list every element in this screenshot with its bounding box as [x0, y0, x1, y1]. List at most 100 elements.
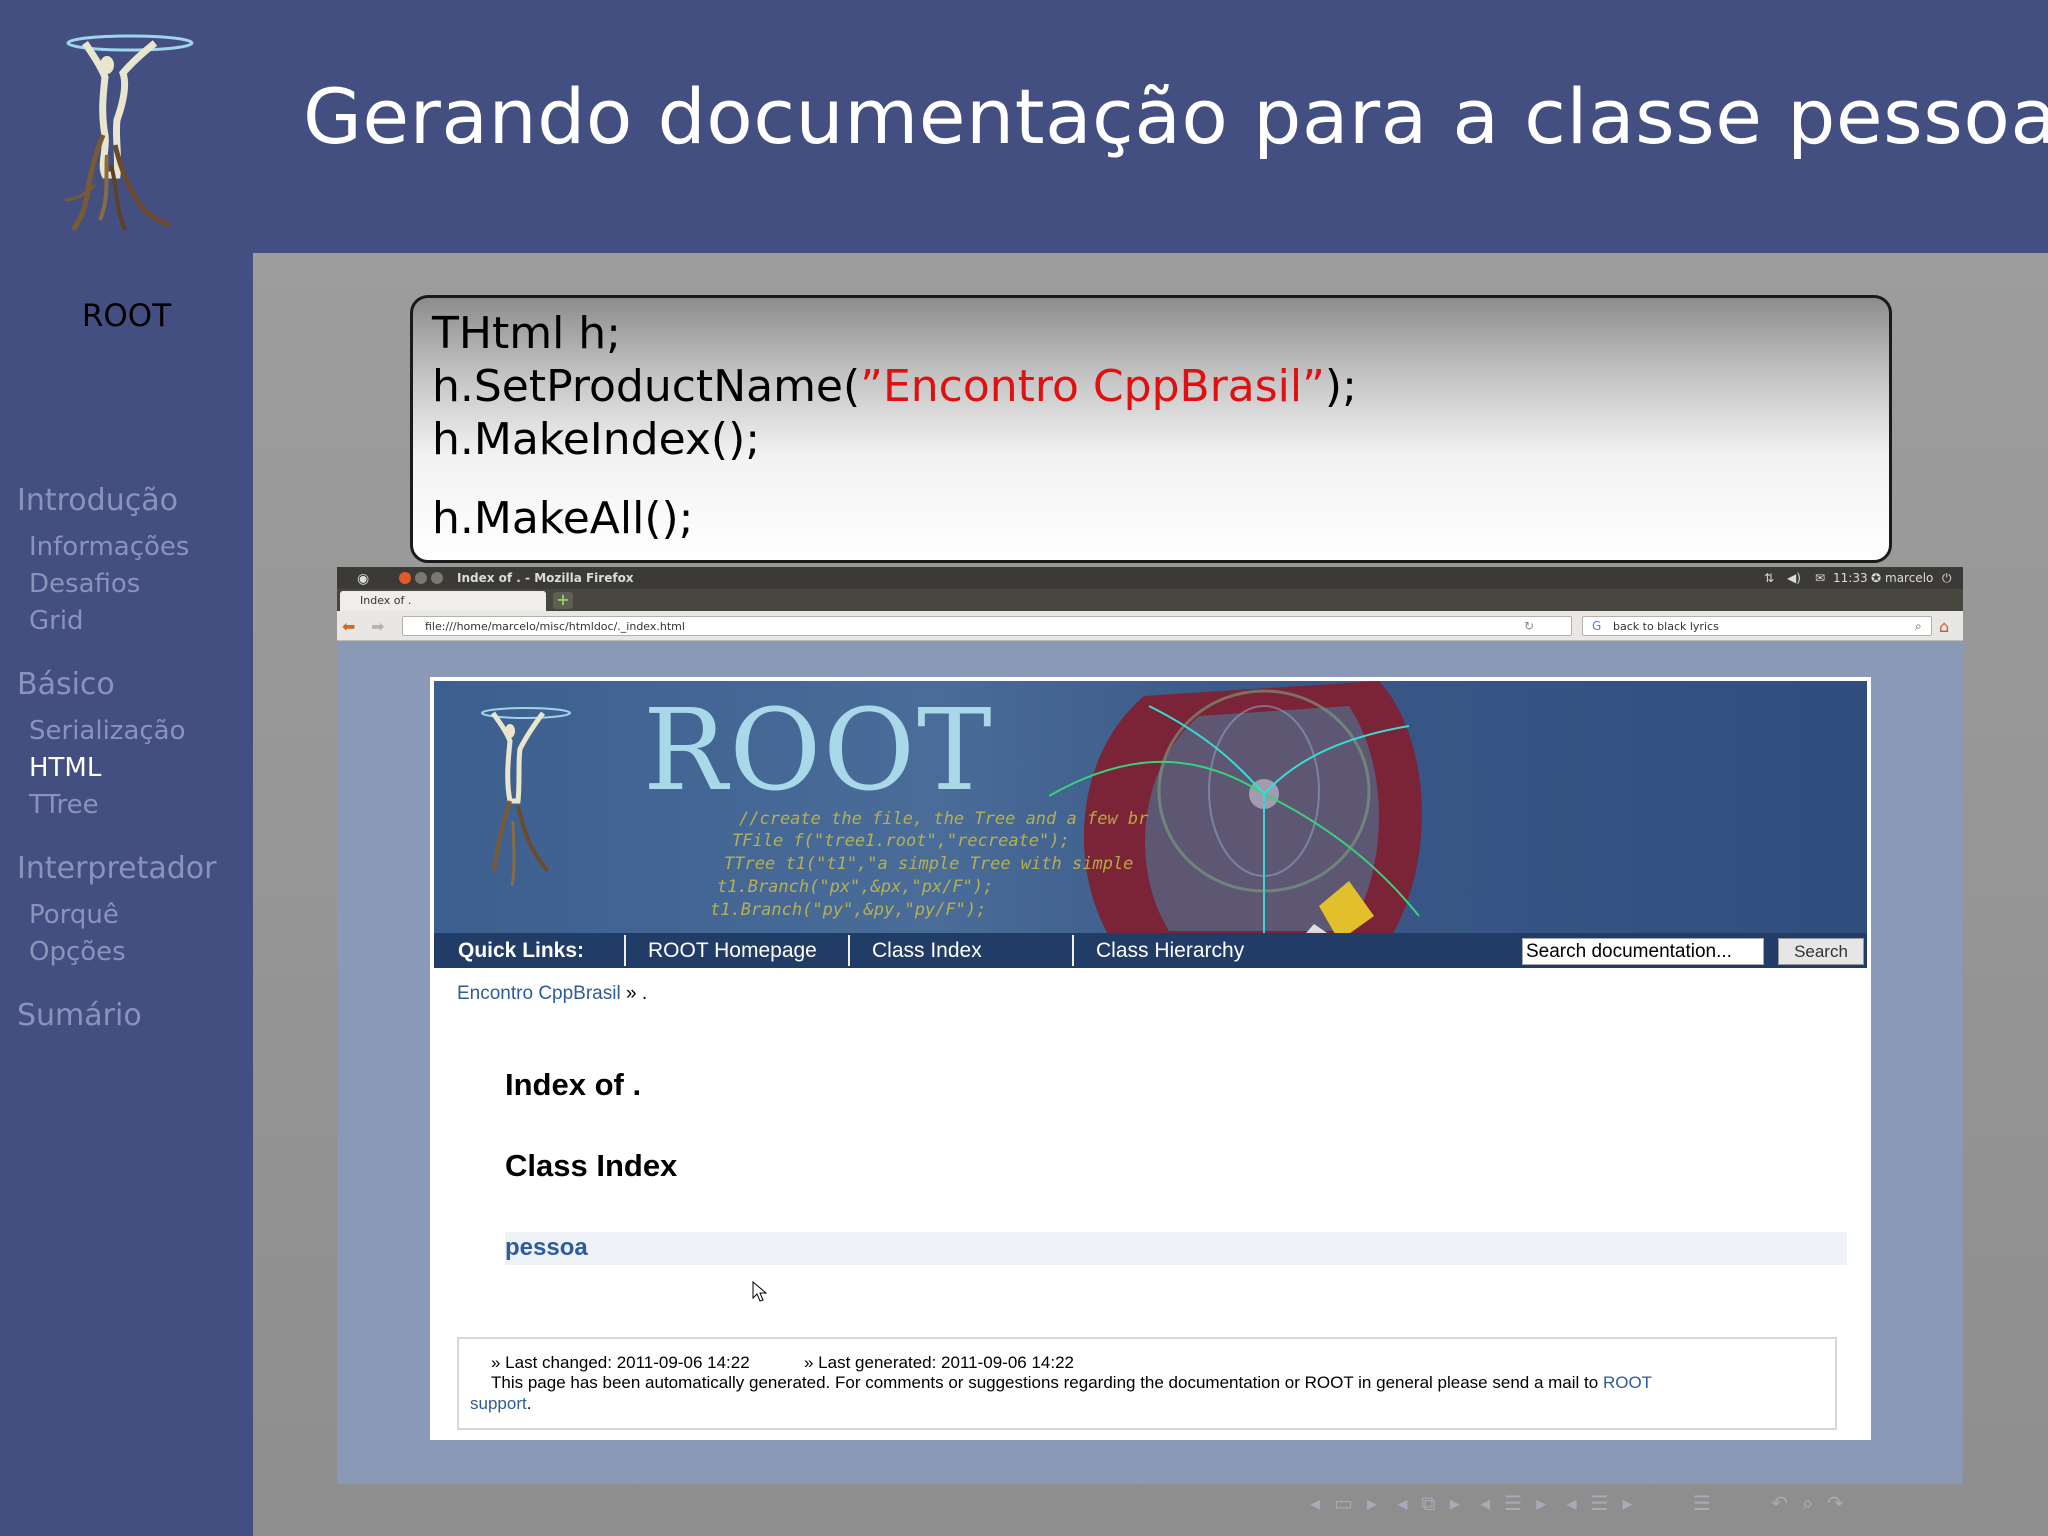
footer-period: .: [526, 1394, 532, 1413]
mouse-cursor-icon: [752, 1280, 776, 1309]
zoom-icon[interactable]: ⌕: [1802, 1491, 1813, 1515]
prev-subsection-icon[interactable]: ◂: [1397, 1491, 1407, 1515]
next-document-icon[interactable]: ▸: [1622, 1491, 1632, 1515]
maximize-window-icon[interactable]: [431, 572, 443, 584]
class-link-pessoa[interactable]: pessoa: [505, 1234, 588, 1262]
code-line-2-pre: h.SetProductName(: [432, 361, 861, 412]
mail-icon[interactable]: ✉: [1815, 571, 1825, 585]
slide-title: Gerando documentação para a classe pesso…: [303, 72, 2048, 161]
prev-document-icon[interactable]: ◂: [1566, 1491, 1576, 1515]
toc-icon[interactable]: ☰: [1693, 1491, 1711, 1515]
breadcrumb-current: » .: [620, 983, 648, 1004]
next-section-icon[interactable]: ▸: [1536, 1491, 1546, 1515]
doc-search-input[interactable]: Search documentation...: [1522, 938, 1764, 965]
nav-interpretador[interactable]: Interpretador: [17, 851, 216, 886]
volume-icon[interactable]: ◀): [1787, 571, 1801, 585]
banner-code-4: t1.Branch("px",&px,"px/F");: [717, 877, 994, 897]
document-icon[interactable]: ☰: [1591, 1491, 1609, 1515]
list-item: pessoa: [505, 1232, 1847, 1265]
nav-porque[interactable]: Porquê: [29, 900, 119, 930]
heading-index: Index of .: [505, 1067, 642, 1102]
url-bar[interactable]: file:///home/marcelo/misc/htmldoc/._inde…: [402, 616, 1572, 636]
banner-code-3: TTree t1("t1","a simple Tree with simple: [724, 854, 1134, 874]
doc-search-button[interactable]: Search: [1778, 938, 1864, 965]
detector-graphic: [1049, 681, 1422, 933]
nav-sumario[interactable]: Sumário: [17, 998, 142, 1033]
reload-icon[interactable]: ↻: [1524, 619, 1534, 633]
beamer-navigation: ◂ ▭ ▸ ◂ ⧉ ▸ ◂ ☰ ▸ ◂ ☰ ▸ ☰ ↶ ⌕ ↷: [1310, 1491, 1858, 1521]
root-doc-page: ROOT //create the file, the Tree and a f…: [430, 677, 1871, 1440]
banner-title: ROOT: [643, 686, 994, 816]
footer-last-generated: » Last generated: 2011-09-06 14:22: [804, 1353, 1075, 1372]
code-block: THtml h; h.SetProductName(”Encontro CppB…: [410, 295, 1892, 563]
back-icon[interactable]: ↶: [1771, 1491, 1788, 1515]
footer-link-root[interactable]: ROOT: [1603, 1373, 1652, 1392]
nav-desafios[interactable]: Desafios: [29, 569, 140, 599]
code-line-2-post: );: [1324, 361, 1357, 412]
code-line-2: h.SetProductName(”Encontro CppBrasil”);: [432, 361, 1357, 412]
link-class-hierarchy[interactable]: Class Hierarchy: [1096, 933, 1244, 968]
minimize-window-icon[interactable]: [415, 572, 427, 584]
banner-code-5: t1.Branch("py",&py,"py/F");: [710, 900, 987, 920]
clock[interactable]: 11:33: [1833, 571, 1868, 585]
root-logo: [45, 25, 215, 240]
nav-opcoes[interactable]: Opções: [29, 937, 126, 967]
browser-tab[interactable]: Index of .: [340, 591, 546, 611]
prev-frame-icon[interactable]: ◂: [1310, 1491, 1320, 1515]
user-icon[interactable]: ✪: [1871, 571, 1881, 585]
footer-last-changed: » Last changed: 2011-09-06 14:22: [491, 1353, 750, 1372]
code-line-3: h.MakeIndex();: [432, 414, 761, 465]
breadcrumb-link[interactable]: Encontro CppBrasil: [457, 983, 621, 1004]
subsection-icon[interactable]: ⧉: [1421, 1491, 1435, 1515]
page-footer: » Last changed: 2011-09-06 14:22 » Last …: [457, 1337, 1837, 1430]
browser-screenshot: ◉ Index of . - Mozilla Firefox ⇅ ◀) ✉ 11…: [337, 567, 1963, 1484]
divider: [1072, 935, 1074, 966]
new-tab-button[interactable]: +: [553, 592, 573, 609]
forward-icon[interactable]: ↷: [1827, 1491, 1844, 1515]
link-root-homepage[interactable]: ROOT Homepage: [648, 933, 817, 968]
power-icon[interactable]: ⏻: [1942, 571, 1952, 586]
user-name[interactable]: marcelo: [1885, 571, 1933, 585]
nav-serializacao[interactable]: Serialização: [29, 716, 186, 746]
home-icon[interactable]: ⌂: [1939, 617, 1949, 636]
code-line-4: h.MakeAll();: [432, 493, 694, 544]
section-icon[interactable]: ☰: [1504, 1491, 1522, 1515]
prev-section-icon[interactable]: ◂: [1480, 1491, 1490, 1515]
back-arrow-icon[interactable]: ⬅: [342, 617, 355, 636]
quick-links-bar: Quick Links: ROOT Homepage Class Index C…: [434, 933, 1867, 968]
window-titlebar: ◉ Index of . - Mozilla Firefox ⇅ ◀) ✉ 11…: [337, 567, 1963, 589]
navigation-toolbar: ⬅ ➡ file:///home/marcelo/misc/htmldoc/._…: [337, 611, 1963, 641]
code-line-1: THtml h;: [432, 308, 621, 359]
ubuntu-icon[interactable]: ◉: [357, 571, 369, 587]
frame-icon[interactable]: ▭: [1334, 1491, 1353, 1515]
close-window-icon[interactable]: [399, 572, 411, 584]
forward-arrow-icon[interactable]: ➡: [371, 617, 384, 636]
root-banner: ROOT //create the file, the Tree and a f…: [434, 681, 1867, 933]
nav-html[interactable]: HTML: [29, 753, 101, 783]
google-icon[interactable]: G: [1592, 619, 1601, 633]
code-string: ”Encontro CppBrasil”: [860, 361, 1325, 412]
nav-grid[interactable]: Grid: [29, 606, 84, 636]
footer-note-end: support.: [470, 1394, 531, 1414]
divider: [848, 935, 850, 966]
footer-link-support[interactable]: support: [470, 1394, 527, 1413]
divider: [624, 935, 626, 966]
tab-bar: Index of . +: [337, 589, 1963, 611]
quick-links-label: Quick Links:: [458, 939, 585, 962]
banner-logo: [481, 707, 571, 887]
search-icon[interactable]: ⌕: [1915, 619, 1922, 634]
next-frame-icon[interactable]: ▸: [1367, 1491, 1377, 1515]
network-icon[interactable]: ⇅: [1764, 571, 1774, 585]
footer-note: This page has been automatically generat…: [491, 1373, 1652, 1393]
window-title: Index of . - Mozilla Firefox: [457, 571, 634, 585]
nav-ttree[interactable]: TTree: [29, 790, 99, 820]
nav-introducao[interactable]: Introdução: [17, 483, 178, 518]
next-subsection-icon[interactable]: ▸: [1450, 1491, 1460, 1515]
nav-informacoes[interactable]: Informações: [29, 532, 189, 562]
sidebar-section-title: ROOT: [81, 298, 172, 334]
heading-class-index: Class Index: [505, 1148, 678, 1183]
link-class-index[interactable]: Class Index: [872, 933, 982, 968]
footer-text: This page has been automatically generat…: [491, 1373, 1603, 1392]
browser-search-field[interactable]: back to black lyrics: [1582, 616, 1932, 636]
nav-basico[interactable]: Básico: [17, 667, 115, 702]
